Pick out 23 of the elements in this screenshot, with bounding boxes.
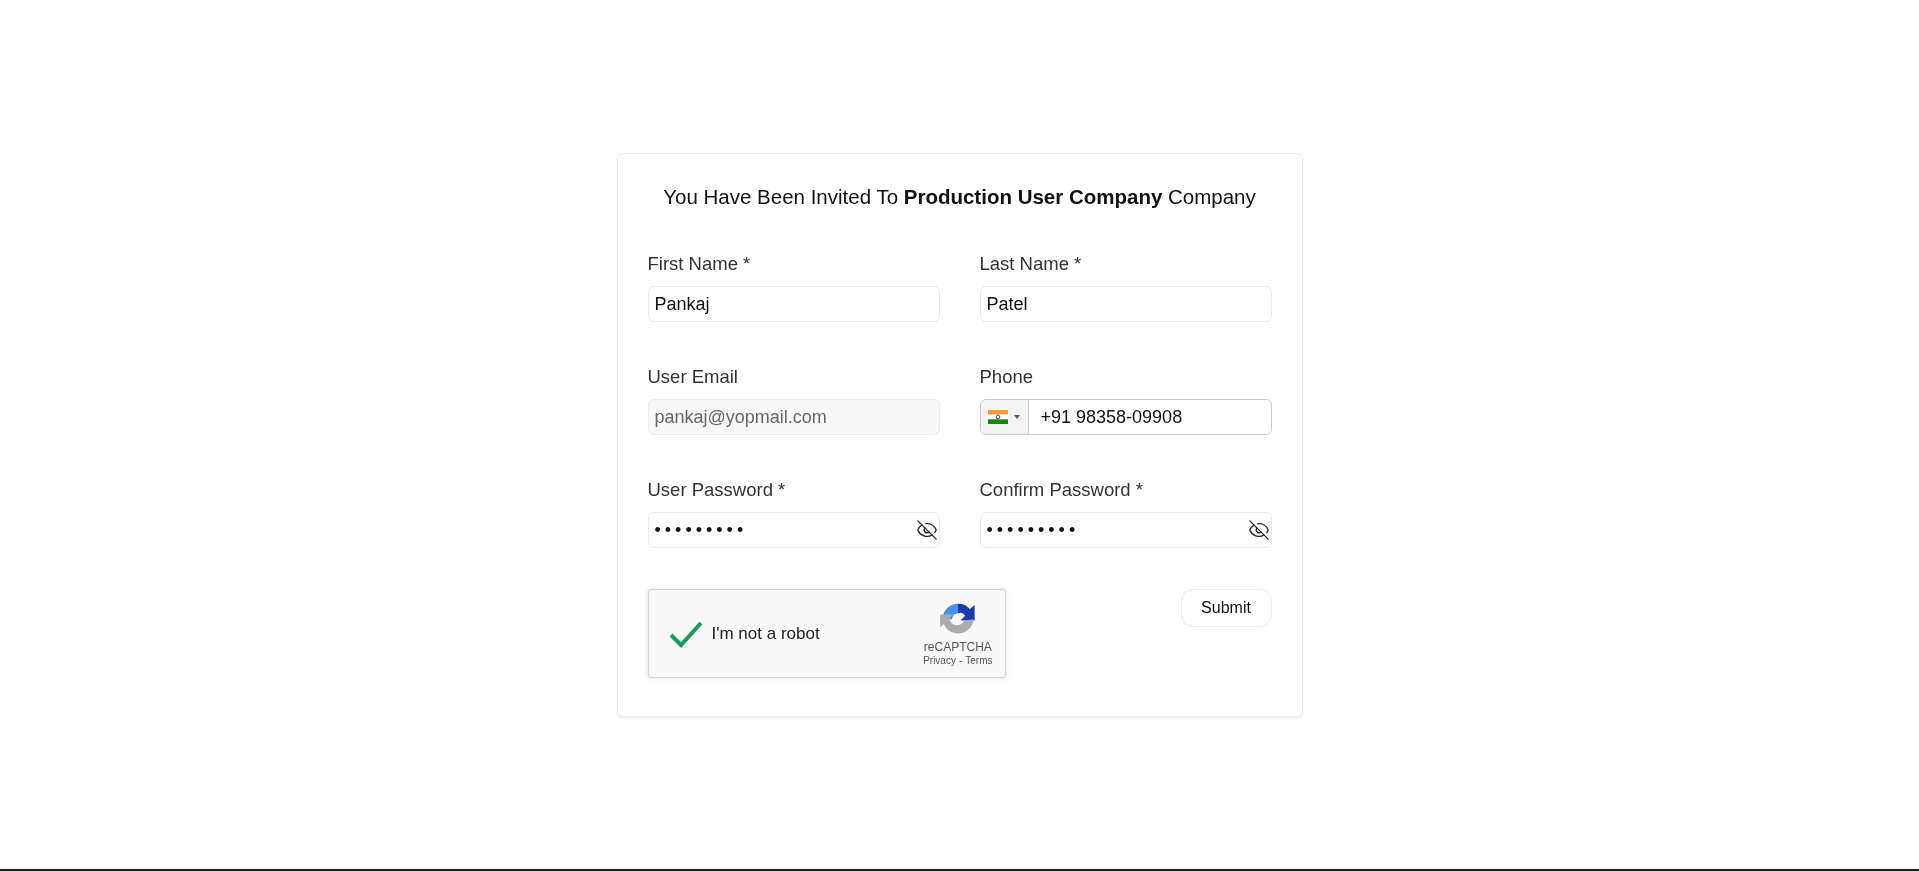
caret-icon xyxy=(1014,415,1020,419)
text-field[interactable]: Patel xyxy=(979,286,1272,322)
link-separator: - xyxy=(958,654,963,667)
form-title: You Have Been Invited To Production User Company Company xyxy=(662,184,1257,210)
captcha-label: I'm not a robot xyxy=(711,622,820,645)
eye-off-icon[interactable] xyxy=(915,519,938,541)
field-label: User Email xyxy=(647,366,739,388)
field-label: Last Name * xyxy=(979,253,1083,275)
captcha-link[interactable]: Terms xyxy=(965,654,993,667)
text-field[interactable]: Pankaj xyxy=(647,286,940,322)
flag-icon xyxy=(988,410,1008,424)
field-label: First Name * xyxy=(647,253,752,275)
field-label: Confirm Password * xyxy=(979,479,1144,501)
field-label: Phone xyxy=(979,366,1034,388)
password-field[interactable]: ••••••••• xyxy=(647,512,940,548)
checkmark-icon[interactable] xyxy=(668,619,703,648)
captcha-link[interactable]: Privacy xyxy=(923,654,956,667)
eye-off-icon[interactable] xyxy=(1247,519,1270,541)
password-field[interactable]: ••••••••• xyxy=(979,512,1272,548)
country-select[interactable] xyxy=(980,400,1029,434)
captcha-brand: reCAPTCHA xyxy=(923,640,992,654)
field-label: User Password * xyxy=(647,479,787,501)
submit-button[interactable]: Submit xyxy=(1180,589,1272,627)
